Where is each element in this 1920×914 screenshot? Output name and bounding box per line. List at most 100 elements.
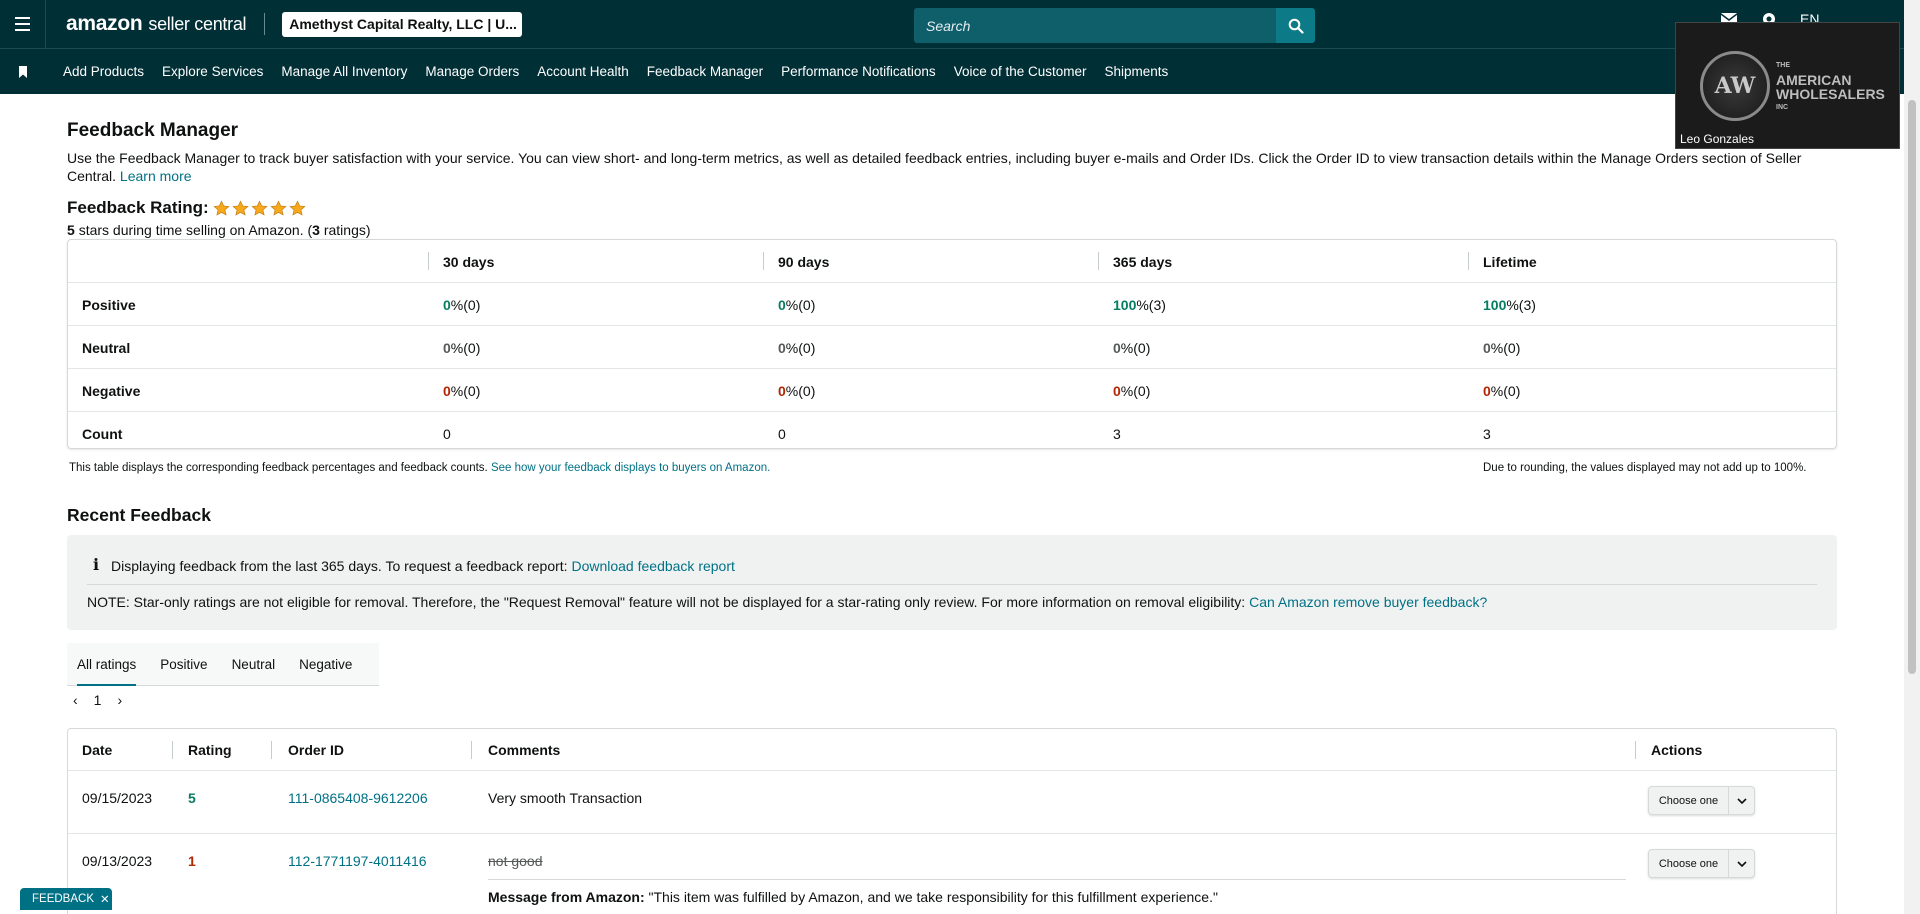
feedback-date: 09/15/2023 <box>82 790 153 806</box>
seller-central-logo[interactable]: amazon seller central <box>66 12 247 36</box>
nav-shipments[interactable]: Shipments <box>1096 64 1178 79</box>
search-input[interactable]: Search <box>914 8 1276 43</box>
metrics-cell: 0 %(0) <box>443 326 480 369</box>
tab-negative[interactable]: Negative <box>299 643 352 686</box>
rating-filter-tabs: All ratings Positive Neutral Negative <box>67 643 379 686</box>
metrics-row-count: Count 0 0 3 3 <box>68 412 1836 455</box>
feedback-rating: Feedback Rating: <box>67 198 306 218</box>
metrics-cell: 100 %(3) <box>1483 283 1536 326</box>
metrics-row-label: Count <box>82 425 123 442</box>
download-feedback-report-link[interactable]: Download feedback report <box>571 558 734 574</box>
feedback-info-box: i Displaying feedback from the last 365 … <box>67 535 1837 630</box>
remove-feedback-link[interactable]: Can Amazon remove buyer feedback? <box>1249 594 1487 610</box>
metrics-col-30: 30 days <box>443 253 495 270</box>
logo-small-text: THE <box>1776 62 1790 69</box>
metric-detail: %(0) <box>785 296 816 313</box>
metric-value: 0 <box>1483 382 1491 399</box>
nav-manage-all-inventory[interactable]: Manage All Inventory <box>272 64 416 79</box>
metrics-footnote: This table displays the corresponding fe… <box>69 462 770 474</box>
metric-detail: %(3) <box>1136 296 1166 313</box>
action-dropdown[interactable]: Choose one <box>1648 849 1755 878</box>
rating-text-b: ratings) <box>323 222 371 238</box>
feedback-display-link[interactable]: See how your feedback displays to buyers… <box>491 462 770 474</box>
nav-performance-notifications[interactable]: Performance Notifications <box>772 64 945 79</box>
tab-positive[interactable]: Positive <box>160 643 207 686</box>
metrics-cell: 0 %(0) <box>443 283 480 326</box>
tab-all-ratings[interactable]: All ratings <box>77 643 137 686</box>
header-order-id: Order ID <box>288 742 345 758</box>
metrics-header-row: 30 days 90 days 365 days Lifetime <box>68 240 1836 283</box>
feedback-metrics-table: 30 days 90 days 365 days Lifetime Positi… <box>67 239 1837 449</box>
chevron-right-icon[interactable]: › <box>117 692 122 708</box>
nav-add-products[interactable]: Add Products <box>54 64 153 79</box>
order-id-link[interactable]: 112-1771197-4011416 <box>288 853 427 869</box>
feedback-table: Date Rating Order ID Comments Actions 09… <box>67 728 1837 914</box>
star-icon <box>213 199 230 216</box>
rounding-note: Due to rounding, the values displayed ma… <box>1483 462 1807 474</box>
column-divider <box>172 741 173 759</box>
metric-value: 0 <box>443 382 451 399</box>
nav-voice-of-the-customer[interactable]: Voice of the Customer <box>945 64 1096 79</box>
close-icon[interactable]: ✕ <box>100 892 110 906</box>
action-dropdown[interactable]: Choose one <box>1648 786 1755 815</box>
metrics-cell: 100 %(3) <box>1113 283 1166 326</box>
header-divider <box>264 13 266 35</box>
metrics-row-negative: Negative 0 %(0) 0 %(0) 0 %(0) 0 %(0) <box>68 369 1836 412</box>
info-line-2: NOTE: Star-only ratings are not eligible… <box>87 594 1487 610</box>
participant-name: Leo Gonzales <box>1680 132 1755 146</box>
order-id-link[interactable]: 111-0865408-9612206 <box>288 790 428 806</box>
video-call-overlay[interactable]: AW THE AMERICAN WHOLESALERS INC Leo Gonz… <box>1675 22 1900 149</box>
feedback-date: 09/13/2023 <box>82 853 153 869</box>
rating-text-a: stars during time selling on Amazon. ( <box>78 222 313 238</box>
nav-manage-orders[interactable]: Manage Orders <box>416 64 528 79</box>
column-divider <box>763 252 764 270</box>
metric-value: 0 <box>1113 382 1121 399</box>
comment-divider <box>488 879 1626 880</box>
metric-value: 100 <box>1113 296 1137 313</box>
nav-explore-services[interactable]: Explore Services <box>153 64 272 79</box>
feedback-rating: 1 <box>188 853 196 869</box>
logo-line-2: WHOLESALERS <box>1776 86 1885 102</box>
chevron-down-icon <box>1729 860 1754 867</box>
metrics-cell: 3 <box>1483 425 1491 442</box>
account-switcher[interactable]: Amethyst Capital Realty, LLC | U... <box>282 11 523 37</box>
chevron-left-icon[interactable]: ‹ <box>73 692 78 708</box>
metrics-row-positive: Positive 0 %(0) 0 %(0) 100 %(3) 100 %(3) <box>68 283 1836 326</box>
page-scrollbar[interactable] <box>1904 0 1920 914</box>
current-page[interactable]: 1 <box>94 692 102 708</box>
metric-value: 0 <box>1483 339 1491 356</box>
amazon-message: Message from Amazon: "This item was fulf… <box>488 889 1218 905</box>
nav-account-health[interactable]: Account Health <box>528 64 638 79</box>
metrics-cell: 0 %(0) <box>443 369 480 412</box>
rating-stars-value: 5 <box>67 222 75 238</box>
tab-neutral[interactable]: Neutral <box>232 643 276 686</box>
scrollbar-thumb[interactable] <box>1908 100 1916 674</box>
company-logo-text: THE AMERICAN WHOLESALERS INC <box>1776 59 1886 115</box>
recent-feedback-title: Recent Feedback <box>67 505 211 525</box>
column-divider <box>428 252 429 270</box>
metrics-cell: 0 %(0) <box>1483 369 1520 412</box>
menu-icon[interactable] <box>0 0 46 49</box>
metric-value: 0 <box>778 382 786 399</box>
metric-value: 0 <box>778 339 786 356</box>
info-line-2-text: NOTE: Star-only ratings are not eligible… <box>87 594 1246 610</box>
metric-detail: %(3) <box>1506 296 1536 313</box>
metric-detail: %(0) <box>1120 382 1151 399</box>
search-button[interactable] <box>1276 8 1315 43</box>
header-comments: Comments <box>488 742 561 758</box>
feedback-button[interactable]: FEEDBACK ✕ <box>20 888 112 910</box>
metric-detail: %(0) <box>450 382 481 399</box>
metrics-cell: 0 %(0) <box>1483 326 1520 369</box>
page-title: Feedback Manager <box>67 120 239 141</box>
metrics-row-label: Positive <box>82 296 136 313</box>
amazon-message-label: Message from Amazon: <box>488 889 645 905</box>
bookmark-icon[interactable] <box>0 65 46 78</box>
learn-more-link[interactable]: Learn more <box>120 168 192 184</box>
feedback-row: 09/15/2023 5 111-0865408-9612206 Very sm… <box>68 772 1836 834</box>
nav-feedback-manager[interactable]: Feedback Manager <box>638 64 772 79</box>
feedback-comment: Very smooth Transaction <box>488 790 643 806</box>
metrics-col-90: 90 days <box>778 253 830 270</box>
info-icon: i <box>93 555 100 574</box>
metrics-cell: 3 <box>1113 425 1121 442</box>
logo-brand: amazon <box>66 12 143 35</box>
